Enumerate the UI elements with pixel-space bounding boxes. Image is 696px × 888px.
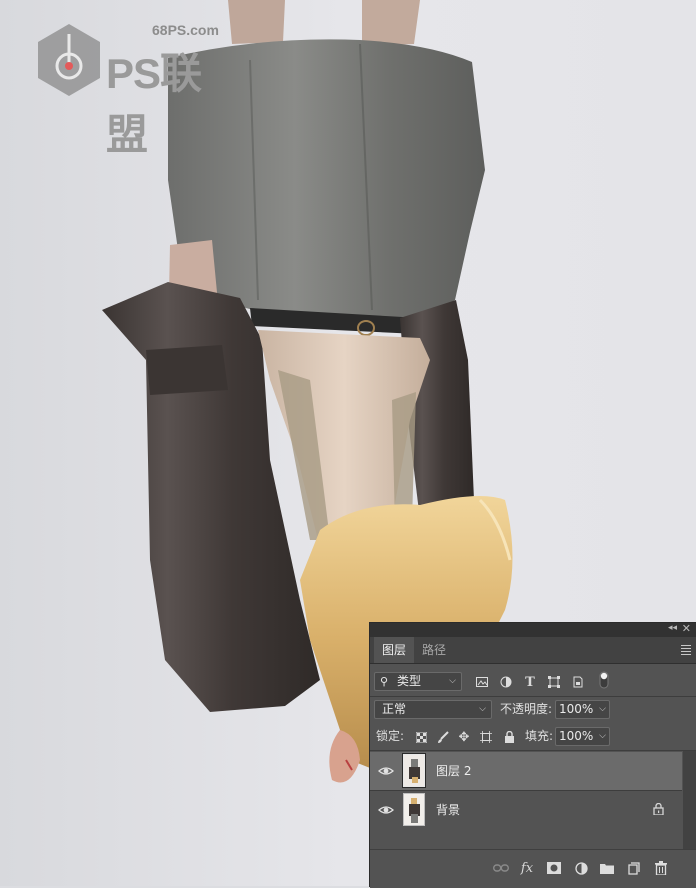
layer-name[interactable]: 图层 2 [436,752,471,790]
filter-row: ⚲ 类型 ⌵ T [370,671,696,695]
layer-thumbnail [402,753,426,788]
watermark-site: 68PS.com [152,22,219,38]
chevron-down-icon: ⌵ [599,731,606,741]
blend-mode-value: 正常 [382,702,407,716]
panel-menu-icon[interactable] [681,645,691,657]
visibility-eye-icon[interactable] [378,763,394,779]
link-layers-icon[interactable] [492,859,510,877]
watermark-logo: 68PS.com PS联盟 [34,22,224,158]
lock-image-pixels-icon[interactable] [435,729,451,745]
layer-thumbnail [403,793,425,826]
layer-row[interactable]: 图层 2 [370,752,682,790]
logo-badge-icon [38,24,100,96]
chevron-down-icon: ⌵ [479,704,486,714]
collapse-panel-icon[interactable]: ◂◂ [668,623,677,633]
opacity-label: 不透明度: [500,702,553,716]
visibility-eye-icon[interactable] [378,802,394,818]
layers-panel: ◂◂ ✕ 图层 路径 ⚲ 类型 ⌵ T 正常 ⌵ 不透明度: 100% ⌵ 锁定… [369,622,696,888]
layer-lock-icon[interactable] [653,802,664,818]
lock-all-icon[interactable] [501,729,517,745]
lock-label: 锁定: [376,729,405,743]
opacity-field[interactable]: 100% ⌵ [555,700,610,719]
layer-row[interactable]: 背景 [370,791,682,829]
blend-mode-select[interactable]: 正常 ⌵ [374,700,492,719]
image-filter-icon[interactable] [474,674,490,690]
watermark-brand: PS联盟 [106,50,202,158]
fill-label: 填充: [525,729,554,743]
opacity-value: 100% [559,702,594,716]
new-adjustment-icon[interactable] [572,859,590,877]
fx-icon[interactable]: fx [518,859,536,877]
lock-row: 锁定: ✥ 填充: 100% ⌵ [370,726,696,750]
lock-position-icon[interactable]: ✥ [456,729,472,745]
panel-title-bar: ◂◂ ✕ [370,622,696,637]
adjustment-filter-icon[interactable] [498,674,514,690]
panel-tabs: 图层 路径 [370,637,696,664]
layers-bottom-toolbar: fx [370,849,696,888]
chevron-down-icon: ⌵ [599,704,606,714]
tab-layers[interactable]: 图层 [374,637,415,663]
layer-name[interactable]: 背景 [436,791,460,829]
blend-row: 正常 ⌵ 不透明度: 100% ⌵ [370,699,696,723]
type-filter-icon[interactable]: T [522,674,538,690]
delete-layer-icon[interactable] [652,859,670,877]
lock-artboard-icon[interactable] [478,729,494,745]
new-layer-icon[interactable] [625,859,643,877]
fill-value: 100% [559,729,594,743]
search-icon: ⚲ [380,675,389,688]
fill-field[interactable]: 100% ⌵ [555,727,610,746]
add-mask-icon[interactable] [545,859,563,877]
tab-paths[interactable]: 路径 [414,637,454,663]
shape-filter-icon[interactable] [546,674,562,690]
filter-kind-label: 类型 [397,674,422,688]
close-panel-icon[interactable]: ✕ [682,622,691,635]
filter-toggle-icon[interactable] [596,671,612,689]
filter-kind-select[interactable]: ⚲ 类型 ⌵ [374,672,462,691]
chevron-down-icon: ⌵ [449,676,456,686]
lock-transparent-pixels-icon[interactable] [413,729,429,745]
layers-scrollbar[interactable] [683,751,696,849]
new-group-icon[interactable] [598,859,616,877]
smart-object-filter-icon[interactable] [570,674,586,690]
